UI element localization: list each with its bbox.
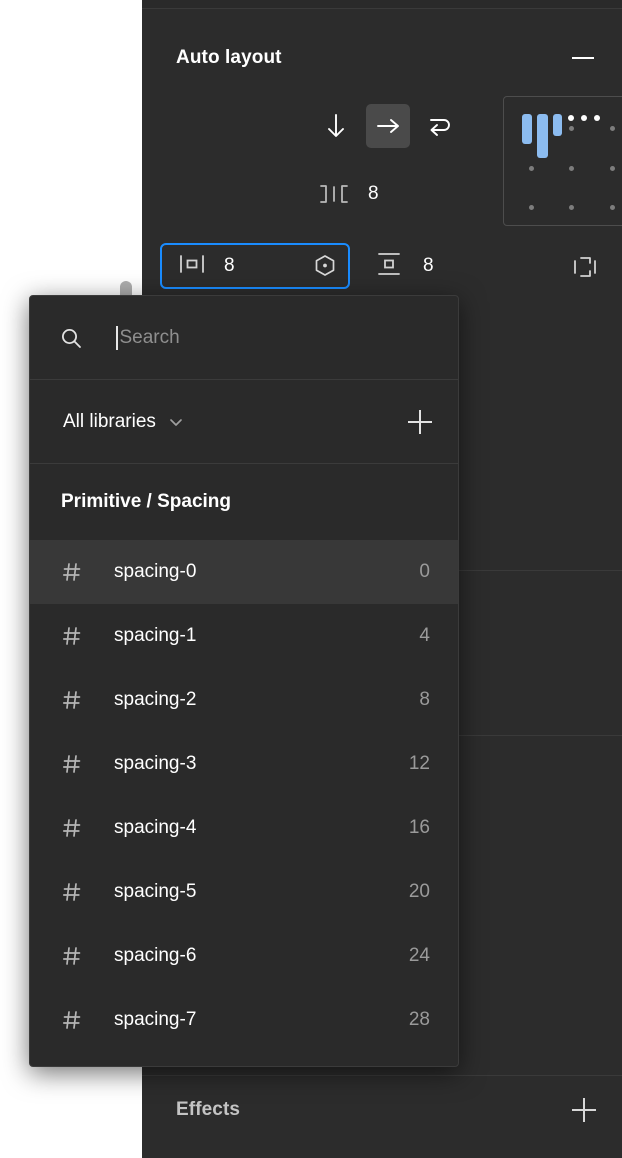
library-filter-label: All libraries — [63, 410, 156, 432]
search-input[interactable]: Search — [120, 327, 180, 349]
gap-between-items-icon — [314, 182, 354, 206]
list-item-value: 16 — [408, 817, 430, 838]
auto-layout-direction-group — [314, 104, 462, 148]
align-bar-3 — [553, 114, 562, 136]
list-item-value: 0 — [419, 561, 430, 582]
align-dot[interactable] — [610, 205, 615, 210]
variable-picker-dropdown: Search All libraries Primitive / Spacing… — [29, 295, 459, 1067]
direction-horizontal-button[interactable] — [366, 104, 410, 148]
minimize-icon[interactable] — [572, 57, 594, 59]
more-options-icon[interactable] — [568, 115, 600, 121]
list-item-label: spacing-0 — [114, 561, 197, 582]
arrow-down-icon — [328, 114, 344, 137]
effects-title: Effects — [176, 1099, 241, 1120]
direction-vertical-button[interactable] — [314, 104, 358, 148]
number-variable-icon — [61, 625, 83, 647]
align-bar-2 — [537, 114, 548, 158]
list-item-value: 24 — [408, 945, 430, 966]
page-title: Auto layout — [176, 47, 282, 68]
list-item-label: spacing-3 — [114, 753, 197, 774]
individual-padding-icon[interactable] — [572, 254, 598, 280]
number-variable-icon — [61, 945, 83, 967]
align-dot[interactable] — [569, 205, 574, 210]
list-item-value: 8 — [419, 689, 430, 710]
dot — [568, 115, 574, 121]
number-variable-icon — [61, 1009, 83, 1031]
list-item-label: spacing-2 — [114, 689, 197, 710]
panel-top-strip — [142, 0, 622, 9]
wrap-arrow-icon — [430, 119, 450, 136]
list-item-spacing-3[interactable]: spacing-3 12 — [30, 732, 458, 796]
direction-wrap-button[interactable] — [418, 104, 462, 148]
horizontal-padding-value: 8 — [224, 255, 235, 276]
list-item-label: spacing-1 — [114, 625, 197, 646]
variable-hexagon-icon[interactable] — [312, 253, 338, 279]
gap-field[interactable]: 8 — [314, 172, 379, 216]
align-dot[interactable] — [610, 126, 615, 131]
align-dot[interactable] — [529, 205, 534, 210]
vertical-padding-icon — [375, 251, 403, 282]
add-effect-icon[interactable] — [572, 1098, 596, 1122]
arrow-right-icon — [377, 119, 399, 133]
list-item-spacing-5[interactable]: spacing-5 20 — [30, 860, 458, 924]
list-item-spacing-0[interactable]: spacing-0 0 — [30, 540, 458, 604]
number-variable-icon — [61, 881, 83, 903]
padding-row: 8 8 — [142, 243, 622, 289]
variable-group-title: Primitive / Spacing — [61, 491, 231, 512]
list-item-value: 20 — [408, 881, 430, 902]
list-item-spacing-4[interactable]: spacing-4 16 — [30, 796, 458, 860]
alignment-grid[interactable] — [503, 96, 622, 226]
horizontal-padding-field[interactable]: 8 — [160, 243, 350, 289]
figma-screenshot: Auto layout 8 8 8 Effects Search All lib… — [0, 0, 622, 1158]
number-variable-icon — [61, 817, 83, 839]
list-item-spacing-6[interactable]: spacing-6 24 — [30, 924, 458, 988]
align-dot[interactable] — [569, 126, 574, 131]
number-variable-icon — [61, 689, 83, 711]
align-dot[interactable] — [610, 166, 615, 171]
list-item-value: 28 — [408, 1009, 430, 1030]
list-item-label: spacing-7 — [114, 1009, 197, 1030]
list-item-label: spacing-5 — [114, 881, 197, 902]
auto-layout-section-header: Auto layout — [142, 35, 622, 81]
chevron-down-icon[interactable] — [167, 413, 185, 431]
list-item-spacing-1[interactable]: spacing-1 4 — [30, 604, 458, 668]
text-cursor — [116, 325, 118, 350]
list-item-label: spacing-6 — [114, 945, 197, 966]
number-variable-icon — [61, 561, 83, 583]
align-bar-1 — [522, 114, 532, 144]
gap-value: 8 — [368, 183, 379, 204]
list-item-value: 4 — [419, 625, 430, 646]
library-filter-row[interactable]: All libraries — [30, 380, 458, 464]
align-dot[interactable] — [569, 166, 574, 171]
list-item-spacing-7[interactable]: spacing-7 28 — [30, 988, 458, 1052]
search-row[interactable]: Search — [30, 296, 458, 380]
vertical-padding-field[interactable]: 8 — [367, 243, 434, 289]
list-item-value: 12 — [408, 753, 430, 774]
align-dot[interactable] — [529, 166, 534, 171]
effects-section-header: Effects — [142, 1087, 622, 1133]
dot — [594, 115, 600, 121]
variable-list: spacing-0 0 spacing-1 4 spacing-2 8 spac… — [30, 540, 458, 1052]
horizontal-padding-icon — [178, 252, 206, 281]
search-icon — [59, 326, 83, 350]
list-item-spacing-2[interactable]: spacing-2 8 — [30, 668, 458, 732]
create-variable-icon[interactable] — [408, 409, 432, 434]
list-item-label: spacing-4 — [114, 817, 197, 838]
vertical-padding-value: 8 — [423, 255, 434, 276]
section-divider — [142, 1075, 622, 1076]
number-variable-icon — [61, 753, 83, 775]
dot — [581, 115, 587, 121]
